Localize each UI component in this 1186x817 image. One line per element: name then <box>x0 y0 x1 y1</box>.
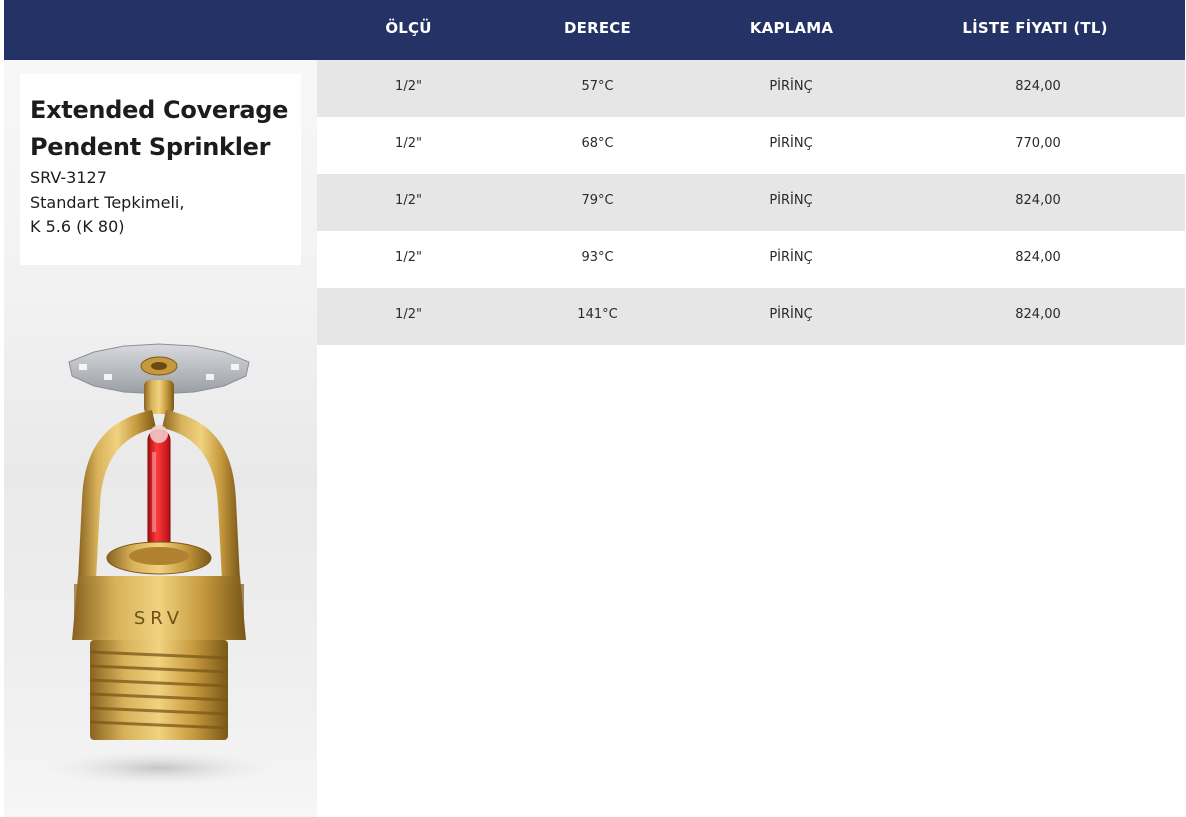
product-title: Extended Coverage Pendent Sprinkler <box>30 92 302 166</box>
table-header: ÖLÇÜ DERECE KAPLAMA LİSTE FİYATI (TL) <box>4 0 1185 60</box>
header-degree: DERECE <box>564 19 631 37</box>
header-size: ÖLÇÜ <box>385 19 432 37</box>
product-k-factor: K 5.6 (K 80) <box>30 217 125 236</box>
cell-degree: 68°C <box>581 136 614 151</box>
cell-degree: 93°C <box>581 250 614 265</box>
cell-price: 824,00 <box>1015 193 1061 208</box>
cell-size: 1/2" <box>395 307 422 322</box>
cell-price: 824,00 <box>1015 79 1061 94</box>
cell-degree: 57°C <box>581 79 614 94</box>
product-code: SRV-3127 <box>30 168 107 187</box>
product-title-line-1: Extended Coverage <box>30 96 289 124</box>
price-table: 1/2" 57°C PİRİNÇ 824,00 1/2" 68°C PİRİNÇ… <box>317 60 1185 345</box>
header-coating: KAPLAMA <box>749 19 834 37</box>
cell-price: 824,00 <box>1015 307 1061 322</box>
pendent-sprinkler-image: SRV <box>44 343 274 786</box>
cell-price: 770,00 <box>1015 136 1061 151</box>
cell-size: 1/2" <box>395 193 422 208</box>
cell-size: 1/2" <box>395 79 422 94</box>
product-info-card: Extended Coverage Pendent Sprinkler SRV-… <box>20 74 301 265</box>
cell-coating: PİRİNÇ <box>769 79 813 94</box>
cell-coating: PİRİNÇ <box>769 250 813 265</box>
table-row: 1/2" 79°C PİRİNÇ 824,00 <box>317 174 1185 231</box>
table-row: 1/2" 68°C PİRİNÇ 770,00 <box>317 117 1185 174</box>
cell-size: 1/2" <box>395 250 422 265</box>
cell-degree: 79°C <box>581 193 614 208</box>
table-row: 1/2" 141°C PİRİNÇ 824,00 <box>317 288 1185 345</box>
cell-price: 824,00 <box>1015 250 1061 265</box>
table-row: 1/2" 93°C PİRİNÇ 824,00 <box>317 231 1185 288</box>
product-response-type: Standart Tepkimeli, <box>30 193 185 212</box>
header-list-price: LİSTE FİYATI (TL) <box>962 19 1108 37</box>
product-panel: Extended Coverage Pendent Sprinkler SRV-… <box>4 60 317 817</box>
cell-coating: PİRİNÇ <box>769 193 813 208</box>
cell-coating: PİRİNÇ <box>769 307 813 322</box>
cell-coating: PİRİNÇ <box>769 136 813 151</box>
table-row: 1/2" 57°C PİRİNÇ 824,00 <box>317 60 1185 117</box>
cell-size: 1/2" <box>395 136 422 151</box>
body-stamp: SRV <box>134 608 184 629</box>
cell-degree: 141°C <box>577 307 618 322</box>
product-title-line-2: Pendent Sprinkler <box>30 133 271 161</box>
